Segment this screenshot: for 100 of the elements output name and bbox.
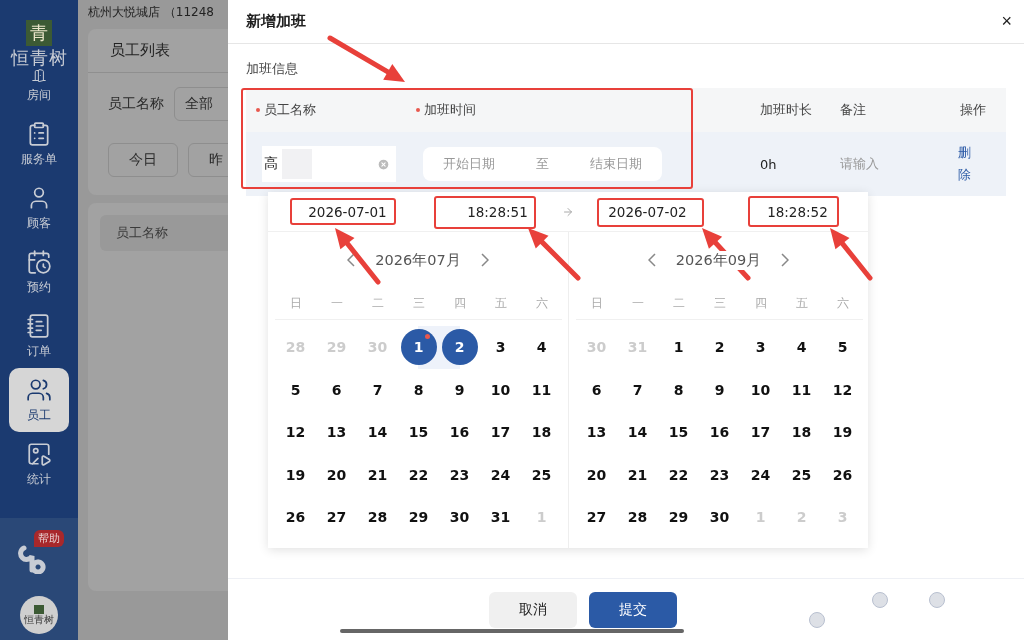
nav-item[interactable]: 服务单 (9, 112, 69, 176)
calendar-day[interactable]: 26 (277, 499, 314, 536)
weekday-label: 日 (590, 295, 603, 312)
calendar-day[interactable]: 9 (441, 371, 478, 408)
nav-item[interactable]: 员工 (9, 368, 69, 432)
start-time-input[interactable]: 18:28:51 (467, 203, 528, 220)
weekday-label: 一 (631, 295, 644, 312)
calendar-day[interactable]: 7 (359, 371, 396, 408)
calendar-day[interactable]: 19 (824, 414, 861, 451)
calendar-day[interactable]: 8 (660, 371, 697, 408)
calendar-day[interactable]: 15 (400, 414, 437, 451)
next-month-button[interactable] (781, 253, 790, 267)
calendar-day[interactable]: 10 (742, 371, 779, 408)
calendar-day[interactable]: 22 (400, 456, 437, 493)
close-button[interactable]: × (1001, 11, 1012, 32)
calendar-day[interactable]: 20 (318, 456, 355, 493)
calendar-day[interactable]: 13 (318, 414, 355, 451)
calendar-day[interactable]: 28 (359, 499, 396, 536)
calendar-day[interactable]: 31 (482, 499, 519, 536)
calendar-day[interactable]: 21 (619, 456, 656, 493)
filter-label: 员工名称 (108, 95, 164, 113)
calendar-day[interactable]: 19 (277, 456, 314, 493)
submit-button[interactable]: 提交 (589, 591, 677, 628)
calendar-day[interactable]: 13 (578, 414, 615, 451)
calendar-day[interactable]: 25 (783, 456, 820, 493)
calendar-day[interactable]: 12 (824, 371, 861, 408)
calendar-day[interactable]: 16 (441, 414, 478, 451)
calendar-day[interactable]: 6 (318, 371, 355, 408)
calendar-day[interactable]: 27 (578, 499, 615, 536)
column-header: 员工名称 (264, 101, 316, 119)
calendar-day[interactable]: 22 (660, 456, 697, 493)
calendar-day[interactable]: 2 (701, 329, 738, 366)
previous-month-button[interactable] (647, 253, 656, 267)
weekday-label: 五 (795, 295, 808, 312)
calendar-day[interactable]: 3 (742, 329, 779, 366)
calendar-day[interactable]: 12 (277, 414, 314, 451)
calendar-day[interactable]: 14 (359, 414, 396, 451)
calendar-day[interactable]: 20 (578, 456, 615, 493)
calendar-day[interactable]: 25 (523, 456, 560, 493)
calendar-day[interactable]: 5 (277, 371, 314, 408)
calendar-day[interactable]: 27 (318, 499, 355, 536)
name-field[interactable]: 高 (262, 146, 396, 182)
next-month-button[interactable] (480, 253, 489, 267)
calendar-day[interactable]: 17 (742, 414, 779, 451)
end-time-input[interactable]: 18:28:52 (767, 203, 828, 220)
calendar-day[interactable]: 11 (523, 371, 560, 408)
help-button[interactable]: 帮助 (8, 530, 70, 574)
start-date-input[interactable]: 2026-07-01 (308, 203, 387, 220)
calendar-day[interactable]: 1 (400, 329, 437, 366)
chevron-right-icon (480, 253, 489, 267)
calendar-day[interactable]: 26 (824, 456, 861, 493)
calendar-day[interactable]: 7 (619, 371, 656, 408)
calendar-day[interactable]: 30 (701, 499, 738, 536)
cancel-button[interactable]: 取消 (489, 591, 577, 628)
calendar-day[interactable]: 4 (523, 329, 560, 366)
notebook-icon (26, 312, 52, 339)
logo-text: 恒青树 (10, 48, 68, 68)
calendar-day[interactable]: 3 (482, 329, 519, 366)
nav-item[interactable]: 订单 (9, 304, 69, 368)
annotation-arrow (830, 228, 873, 281)
calendar-day[interactable]: 6 (578, 371, 615, 408)
calendar-day[interactable]: 18 (523, 414, 560, 451)
weekday-label: 六 (836, 295, 849, 312)
nav-item[interactable]: 房间 (9, 68, 69, 104)
calendar-day[interactable]: 2 (441, 329, 478, 366)
calendar-day[interactable]: 5 (824, 329, 861, 366)
calendar-day[interactable]: 9 (701, 371, 738, 408)
delete-link[interactable]: 删除 (958, 141, 971, 187)
calendar-day[interactable]: 29 (400, 499, 437, 536)
calendar-day[interactable]: 18 (783, 414, 820, 451)
calendar-day[interactable]: 10 (482, 371, 519, 408)
calendar-day[interactable]: 23 (701, 456, 738, 493)
clear-icon[interactable] (377, 157, 390, 171)
calendar-day[interactable]: 28 (619, 499, 656, 536)
previous-month-button[interactable] (347, 253, 356, 267)
calendar-day[interactable]: 29 (660, 499, 697, 536)
calendar-day[interactable]: 30 (441, 499, 478, 536)
calendar-day[interactable]: 8 (400, 371, 437, 408)
duration-value: 0h (759, 156, 778, 172)
weekday-label: 日 (289, 295, 302, 312)
calendar-day[interactable]: 4 (783, 329, 820, 366)
calendar-day[interactable]: 24 (742, 456, 779, 493)
calendar-day[interactable]: 21 (359, 456, 396, 493)
calendar-day[interactable]: 15 (660, 414, 697, 451)
store-name: 杭州大悦城店 （11248 (88, 4, 215, 21)
calendar-day[interactable]: 23 (441, 456, 478, 493)
nav-item[interactable]: 顾客 (9, 176, 69, 240)
tab[interactable]: 员工列表 (110, 41, 170, 60)
nav-item[interactable]: 预约 (9, 240, 69, 304)
calendar-day[interactable]: 11 (783, 371, 820, 408)
date-button[interactable]: 今日 (108, 143, 178, 177)
calendar-day[interactable]: 1 (660, 329, 697, 366)
calendar-day[interactable]: 14 (619, 414, 656, 451)
calendar-day[interactable]: 16 (701, 414, 738, 451)
nav-item[interactable]: 统计 (9, 432, 69, 496)
calendar-day[interactable]: 24 (482, 456, 519, 493)
weekday-label: 四 (754, 295, 767, 312)
store-avatar[interactable]: 恒青树 (20, 596, 58, 634)
calendar-day[interactable]: 17 (482, 414, 519, 451)
end-date-input[interactable]: 2026-07-02 (608, 203, 687, 220)
